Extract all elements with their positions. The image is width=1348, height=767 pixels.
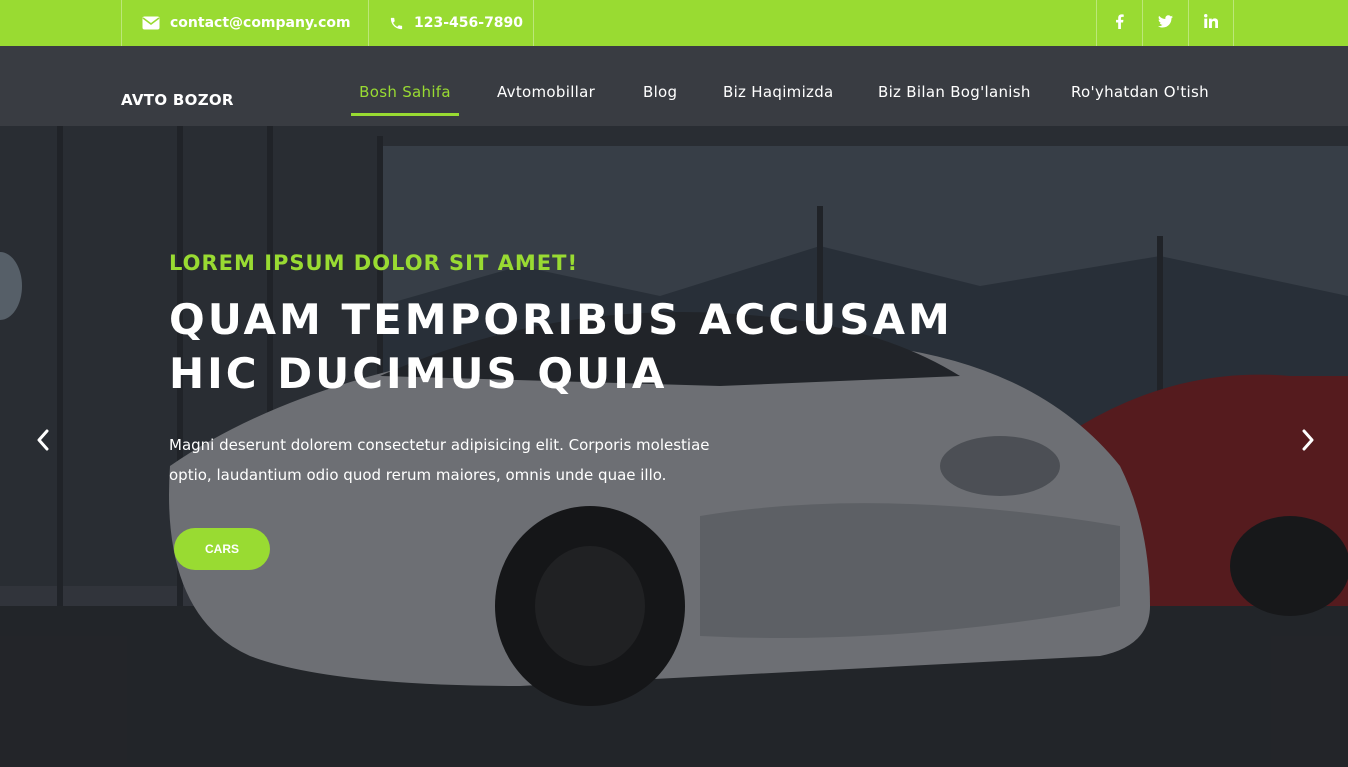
slider-next-button[interactable] (1293, 425, 1323, 455)
contact-email[interactable]: contact@company.com (121, 0, 369, 46)
nav-blog[interactable]: Blog (643, 72, 677, 116)
envelope-icon (142, 16, 160, 30)
hero-overlay (0, 46, 1348, 767)
site-logo[interactable]: AVTO BOZOR (121, 91, 234, 109)
twitter-icon (1158, 14, 1173, 32)
hero-headline: QUAM TEMPORIBUS ACCUSAM HIC DUCIMUS QUIA (169, 293, 969, 401)
slider-prev-button[interactable] (28, 425, 58, 455)
cars-button[interactable]: CARS (174, 528, 270, 570)
phone-icon (389, 16, 404, 31)
hero-headline-line-2: HIC DUCIMUS QUIA (169, 349, 668, 398)
chevron-right-icon (1302, 429, 1314, 451)
facebook-link[interactable] (1096, 0, 1142, 46)
hero-kicker: LOREM IPSUM DOLOR SIT AMET! (169, 251, 579, 275)
nav-avtomobillar[interactable]: Avtomobillar (497, 72, 595, 116)
facebook-icon (1115, 13, 1124, 33)
twitter-link[interactable] (1142, 0, 1188, 46)
nav-bosh-sahifa[interactable]: Bosh Sahifa (351, 72, 459, 116)
contact-phone[interactable]: 123-456-7890 (368, 0, 534, 46)
contact-phone-text: 123-456-7890 (414, 15, 524, 31)
linkedin-icon (1204, 14, 1219, 32)
chevron-left-icon (37, 429, 49, 451)
hero-description-line-1: Magni deserunt dolorem consectetur adipi… (169, 436, 710, 454)
nav-royhatdan-otish[interactable]: Ro'yhatdan O'tish (1071, 72, 1209, 116)
nav-biz-bilan-boglanish[interactable]: Biz Bilan Bog'lanish (878, 72, 1031, 116)
top-bar: contact@company.com 123-456-7890 (0, 0, 1348, 46)
hero-description-line-2: optio, laudantium odio quod rerum maiore… (169, 466, 667, 484)
hero-headline-line-1: QUAM TEMPORIBUS ACCUSAM (169, 295, 953, 344)
contact-email-text: contact@company.com (170, 15, 351, 31)
linkedin-link[interactable] (1188, 0, 1234, 46)
hero-slider (0, 46, 1348, 767)
hero-description: Magni deserunt dolorem consectetur adipi… (169, 430, 729, 490)
nav-biz-haqimizda[interactable]: Biz Haqimizda (723, 72, 834, 116)
